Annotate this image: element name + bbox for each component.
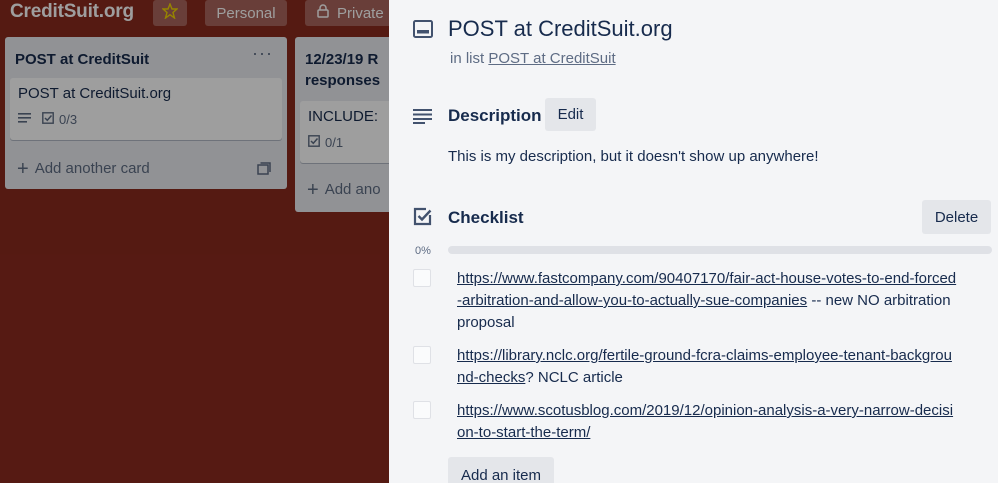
checklist-badge-count: 0/1: [325, 135, 344, 150]
edit-description-button[interactable]: Edit: [545, 98, 596, 131]
personal-team-button[interactable]: Personal: [205, 0, 287, 26]
star-icon: [161, 2, 179, 23]
list-link[interactable]: POST at CreditSuit: [488, 50, 615, 67]
card-template-icon[interactable]: [257, 162, 271, 180]
add-card-label: Add ano: [324, 181, 381, 198]
checklist-badge-count: 0/3: [59, 112, 78, 127]
checklist-badge: 0/1: [308, 135, 343, 150]
card-title: POST at CreditSuit.org: [18, 85, 172, 102]
delete-checklist-button[interactable]: Delete: [922, 200, 991, 234]
list-title-line-2[interactable]: responses: [305, 70, 380, 91]
description-icon: [413, 108, 433, 129]
card-list-info: in list POST at CreditSuit: [450, 50, 616, 67]
list-card[interactable]: POST at CreditSuit.org 0/3: [10, 78, 282, 140]
checkbox-badge-icon: [42, 112, 54, 127]
in-list-prefix: in list: [450, 50, 485, 67]
board-title[interactable]: CreditSuit.org: [10, 1, 134, 23]
checklist-item-text[interactable]: https://library.nclc.org/fertile-ground-…: [457, 345, 957, 389]
description-heading: Description: [448, 106, 542, 125]
checklist-badge: 0/3: [42, 112, 77, 127]
checklist-item-checkbox[interactable]: [413, 401, 431, 419]
checklist-item-text[interactable]: https://www.scotusblog.com/2019/12/opini…: [457, 400, 957, 444]
list-menu-button[interactable]: ···: [252, 44, 273, 62]
description-badge-icon: [18, 112, 32, 127]
add-card-button[interactable]: + Add ano: [307, 178, 381, 201]
checklist-item-link[interactable]: https://www.scotusblog.com/2019/12/opini…: [457, 402, 953, 441]
checklist-item-checkbox[interactable]: [413, 346, 431, 364]
add-checklist-item-button[interactable]: Add an item: [448, 457, 554, 483]
checklist-item-suffix: ? NCLC article: [525, 369, 623, 386]
star-button[interactable]: [153, 0, 187, 26]
add-card-label: Add another card: [34, 160, 150, 177]
list-title[interactable]: POST at CreditSuit: [15, 49, 149, 70]
checklist-heading[interactable]: Checklist: [448, 208, 524, 228]
card-title[interactable]: POST at CreditSuit.org: [448, 16, 673, 42]
add-card-button[interactable]: + Add another card: [17, 157, 150, 180]
checklist-item-text[interactable]: https://www.fastcompany.com/90407170/fai…: [457, 268, 957, 334]
plus-icon: +: [17, 157, 29, 180]
visibility-label: Private: [337, 4, 384, 22]
checklist-progress-bar: [448, 246, 992, 254]
card-title: INCLUDE:: [308, 108, 379, 125]
lock-icon: [317, 4, 329, 22]
checkbox-badge-icon: [308, 135, 320, 150]
list-title-line-1[interactable]: 12/23/19 R: [305, 49, 378, 70]
description-text[interactable]: This is my description, but it doesn't s…: [448, 148, 819, 165]
checklist-icon: [413, 207, 433, 232]
list-post-at-creditsuit: POST at CreditSuit ··· POST at CreditSui…: [5, 37, 287, 189]
card-icon: [413, 20, 433, 43]
checklist-progress-percent: 0%: [415, 245, 431, 257]
plus-icon: +: [307, 178, 319, 201]
card-badges: 0/1: [308, 135, 343, 150]
card-detail-panel: POST at CreditSuit.org in list POST at C…: [389, 0, 998, 483]
checklist-item-checkbox[interactable]: [413, 269, 431, 287]
visibility-button[interactable]: Private: [305, 0, 395, 26]
card-badges: 0/3: [18, 112, 77, 127]
